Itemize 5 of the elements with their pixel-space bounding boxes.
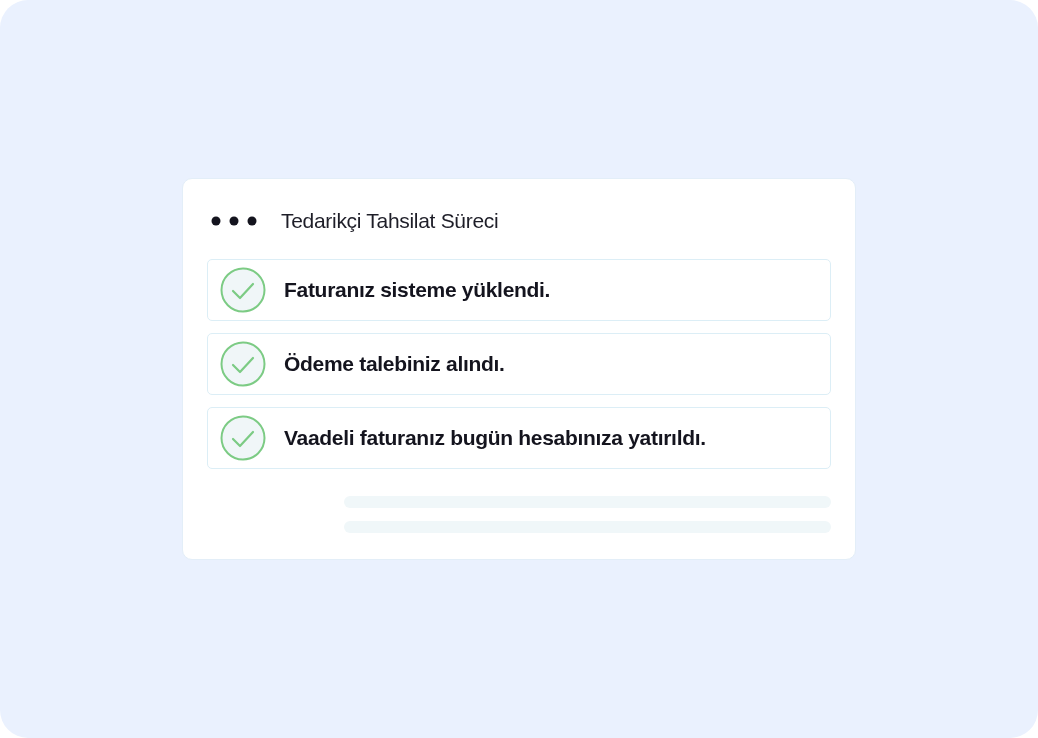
card-title: Tedarikçi Tahsilat Süreci (281, 208, 499, 235)
step-text: Vaadeli faturanız bugün hesabınıza yatırıldı. (284, 425, 706, 452)
dots-icon (211, 216, 257, 226)
step-text: Ödeme talebiniz alındı. (284, 351, 505, 378)
step-text: Faturanız sisteme yüklendi. (284, 277, 551, 304)
